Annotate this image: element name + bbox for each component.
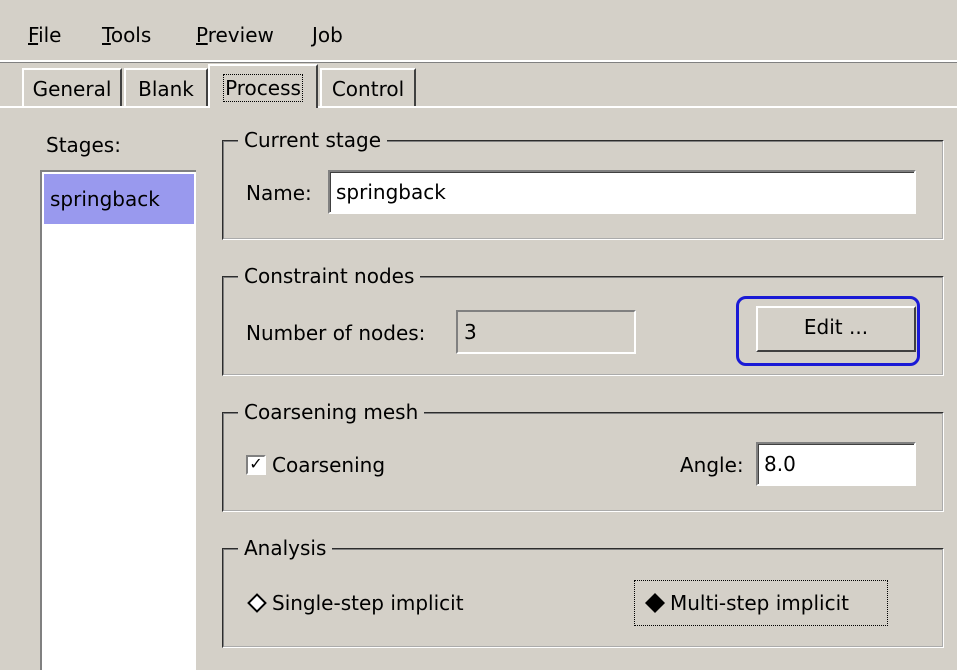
angle-field[interactable]: 8.0	[756, 442, 916, 486]
stages-label: Stages:	[46, 133, 121, 157]
name-field[interactable]: springback	[328, 170, 916, 214]
list-item[interactable]: springback	[44, 174, 194, 224]
angle-label: Angle:	[680, 453, 744, 477]
menu-preview[interactable]: Preview	[196, 20, 274, 50]
number-of-nodes-label: Number of nodes:	[246, 321, 426, 345]
coarsening-label[interactable]: Coarsening	[272, 450, 385, 480]
menu-job[interactable]: Job	[312, 20, 343, 50]
single-step-label[interactable]: Single-step implicit	[272, 588, 464, 618]
menu-file[interactable]: File	[28, 20, 61, 50]
edit-button[interactable]: Edit ...	[756, 306, 916, 352]
coarsening-mesh-legend: Coarsening mesh	[238, 399, 425, 425]
number-of-nodes-field: 3	[456, 310, 636, 354]
analysis-legend: Analysis	[238, 535, 333, 561]
stages-list[interactable]: springback	[40, 170, 196, 670]
tab-general[interactable]: General	[22, 68, 122, 106]
tab-control[interactable]: Control	[320, 68, 416, 106]
menu-tools[interactable]: Tools	[102, 20, 151, 50]
coarsening-checkbox[interactable]: ✓	[246, 455, 266, 475]
constraint-nodes-legend: Constraint nodes	[238, 263, 421, 289]
tab-blank[interactable]: Blank	[124, 68, 208, 106]
current-stage-legend: Current stage	[238, 127, 387, 153]
multi-step-label[interactable]: Multi-step implicit	[670, 588, 849, 618]
name-label: Name:	[246, 181, 312, 205]
tab-process[interactable]: Process	[208, 64, 318, 108]
